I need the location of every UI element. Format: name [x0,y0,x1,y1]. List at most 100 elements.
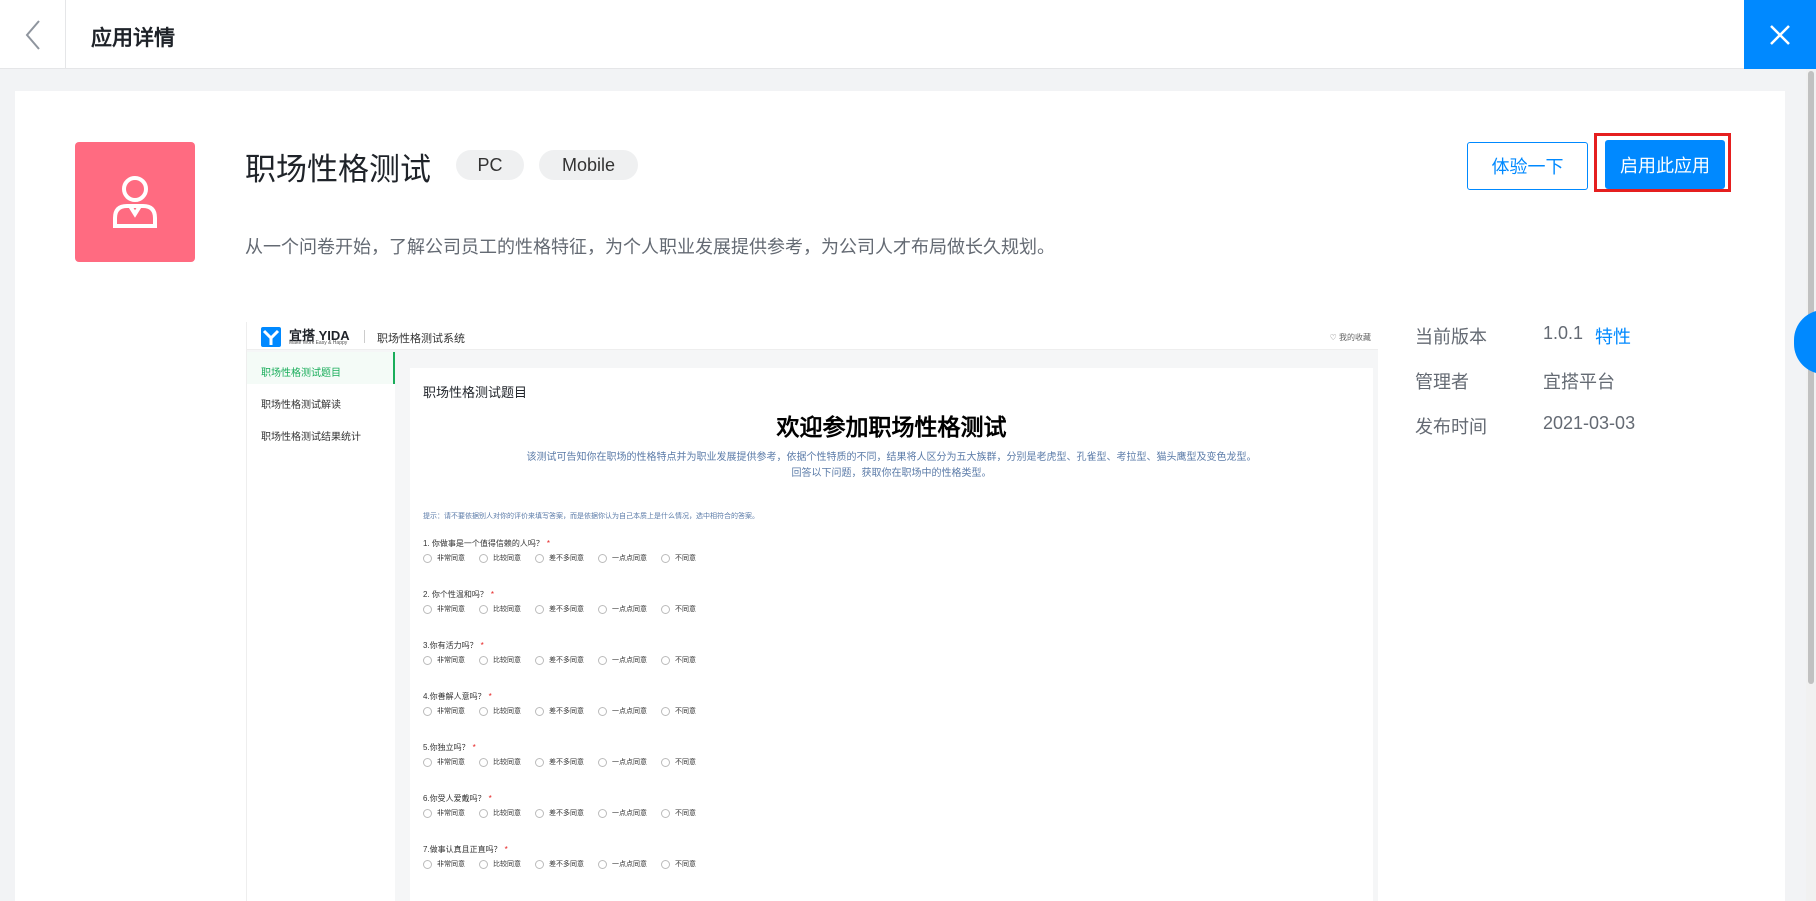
preview-question-text: 2. 你个性温和吗？ [423,590,488,599]
radio-circle-icon [423,553,432,563]
app-name: 职场性格测试 [245,152,431,187]
preview-radio-option: 一点点同意 [598,604,647,614]
radio-circle-icon [661,604,670,614]
preview-form: 职场性格测试题目 欢迎参加职场性格测试 该测试可告知你在职场的性格特点并为职业发… [410,368,1373,901]
admin-value: 宜搭平台 [1543,372,1615,392]
version-value: 1.0.1 [1543,323,1584,343]
preview-option-label: 一点点同意 [612,555,647,562]
preview-option-label: 差不多同意 [549,810,584,817]
radio-circle-icon [661,655,670,665]
publish-label: 发布时间 [1415,417,1487,437]
preview-option-group: 非常同意 比较同意 差不多同意 一点点同意 不同意 [423,655,710,665]
preview-option-label: 比较同意 [493,555,521,562]
preview-question: 7.做事认真且正直吗？ * [423,844,508,855]
close-button[interactable] [1744,0,1816,69]
try-button[interactable]: 体验一下 [1467,142,1588,190]
preview-radio-option: 不同意 [661,604,696,614]
app-icon [75,142,195,262]
preview-question: 1. 你做事是一个值得信赖的人吗？ * [423,538,550,549]
radio-circle-icon [598,553,607,563]
preview-radio-option: 比较同意 [479,706,521,716]
preview-sidebar-item: 职场性格测试解读 [261,400,341,411]
radio-circle-icon [535,808,544,818]
radio-circle-icon [423,655,432,665]
required-marker: * [472,743,476,752]
radio-circle-icon [598,706,607,716]
preview-favorites: ♡ 我的收藏 [1329,333,1371,342]
preview-option-label: 差不多同意 [549,708,584,715]
preview-radio-option: 差不多同意 [535,553,584,563]
preview-radio-option: 一点点同意 [598,808,647,818]
close-icon [1770,24,1790,45]
preview-option-label: 不同意 [675,606,696,613]
preview-option-group: 非常同意 比较同意 差不多同意 一点点同意 不同意 [423,553,710,563]
preview-question-text: 7.做事认真且正直吗？ [423,845,502,854]
preview-option-label: 比较同意 [493,657,521,664]
preview-question: 2. 你个性温和吗？ * [423,589,494,600]
preview-option-label: 非常同意 [437,861,465,868]
version-label: 当前版本 [1415,327,1487,347]
preview-radio-option: 不同意 [661,859,696,869]
preview-radio-option: 一点点同意 [598,859,647,869]
radio-circle-icon [598,604,607,614]
scrollbar-thumb[interactable] [1808,71,1814,684]
preview-radio-option: 差不多同意 [535,604,584,614]
preview-radio-option: 非常同意 [423,706,465,716]
preview-option-group: 非常同意 比较同意 差不多同意 一点点同意 不同意 [423,859,710,869]
radio-circle-icon [598,859,607,869]
required-marker: * [488,692,492,701]
preview-radio-option: 比较同意 [479,808,521,818]
preview-radio-option: 非常同意 [423,859,465,869]
user-icon [113,176,157,228]
enable-app-button[interactable]: 启用此应用 [1605,140,1725,189]
preview-radio-option: 一点点同意 [598,706,647,716]
features-link[interactable]: 特性 [1595,323,1631,349]
preview-radio-option: 差不多同意 [535,808,584,818]
preview-radio-option: 非常同意 [423,655,465,665]
preview-option-group: 非常同意 比较同意 差不多同意 一点点同意 不同意 [423,604,710,614]
preview-form-title: 职场性格测试题目 [423,385,528,400]
radio-circle-icon [661,808,670,818]
preview-radio-option: 比较同意 [479,655,521,665]
required-marker: * [480,641,484,650]
back-button[interactable] [0,0,66,69]
radio-circle-icon [535,655,544,665]
radio-circle-icon [479,604,488,614]
chevron-left-icon [25,19,40,50]
preview-option-label: 一点点同意 [612,708,647,715]
platform-tag-pc: PC [456,150,524,180]
radio-circle-icon [479,757,488,767]
preview-option-label: 差不多同意 [549,657,584,664]
preview-question-text: 4.你善解人意吗？ [423,692,486,701]
preview-question-text: 1. 你做事是一个值得信赖的人吗？ [423,539,544,548]
preview-radio-option: 比较同意 [479,604,521,614]
required-marker: * [490,590,495,599]
preview-radio-option: 非常同意 [423,553,465,563]
preview-option-label: 比较同意 [493,606,521,613]
preview-option-label: 不同意 [675,555,696,562]
radio-circle-icon [661,553,670,563]
radio-circle-icon [535,553,544,563]
publish-value: 2021-03-03 [1543,413,1636,433]
preview-radio-option: 一点点同意 [598,757,647,767]
preview-option-label: 非常同意 [437,708,465,715]
preview-option-label: 非常同意 [437,657,465,664]
preview-radio-option: 不同意 [661,757,696,767]
preview-radio-option: 不同意 [661,808,696,818]
preview-option-label: 差不多同意 [549,861,584,868]
preview-option-label: 差不多同意 [549,555,584,562]
preview-option-label: 比较同意 [493,708,521,715]
preview-option-group: 非常同意 比较同意 差不多同意 一点点同意 不同意 [423,757,710,767]
preview-option-group: 非常同意 比较同意 差不多同意 一点点同意 不同意 [423,706,710,716]
preview-question-text: 5.你独立吗？ [423,743,470,752]
preview-radio-option: 差不多同意 [535,859,584,869]
radio-circle-icon [661,706,670,716]
radio-circle-icon [479,706,488,716]
floating-help-button[interactable] [1794,310,1816,374]
preview-sidebar-item: 职场性格测试题目 [261,368,341,379]
preview-option-label: 一点点同意 [612,810,647,817]
app-description: 从一个问卷开始，了解公司员工的性格特征，为个人职业发展提供参考，为公司人才布局做… [245,237,1055,257]
radio-circle-icon [479,859,488,869]
platform-tag-mobile: Mobile [539,150,638,180]
admin-label: 管理者 [1415,372,1469,392]
